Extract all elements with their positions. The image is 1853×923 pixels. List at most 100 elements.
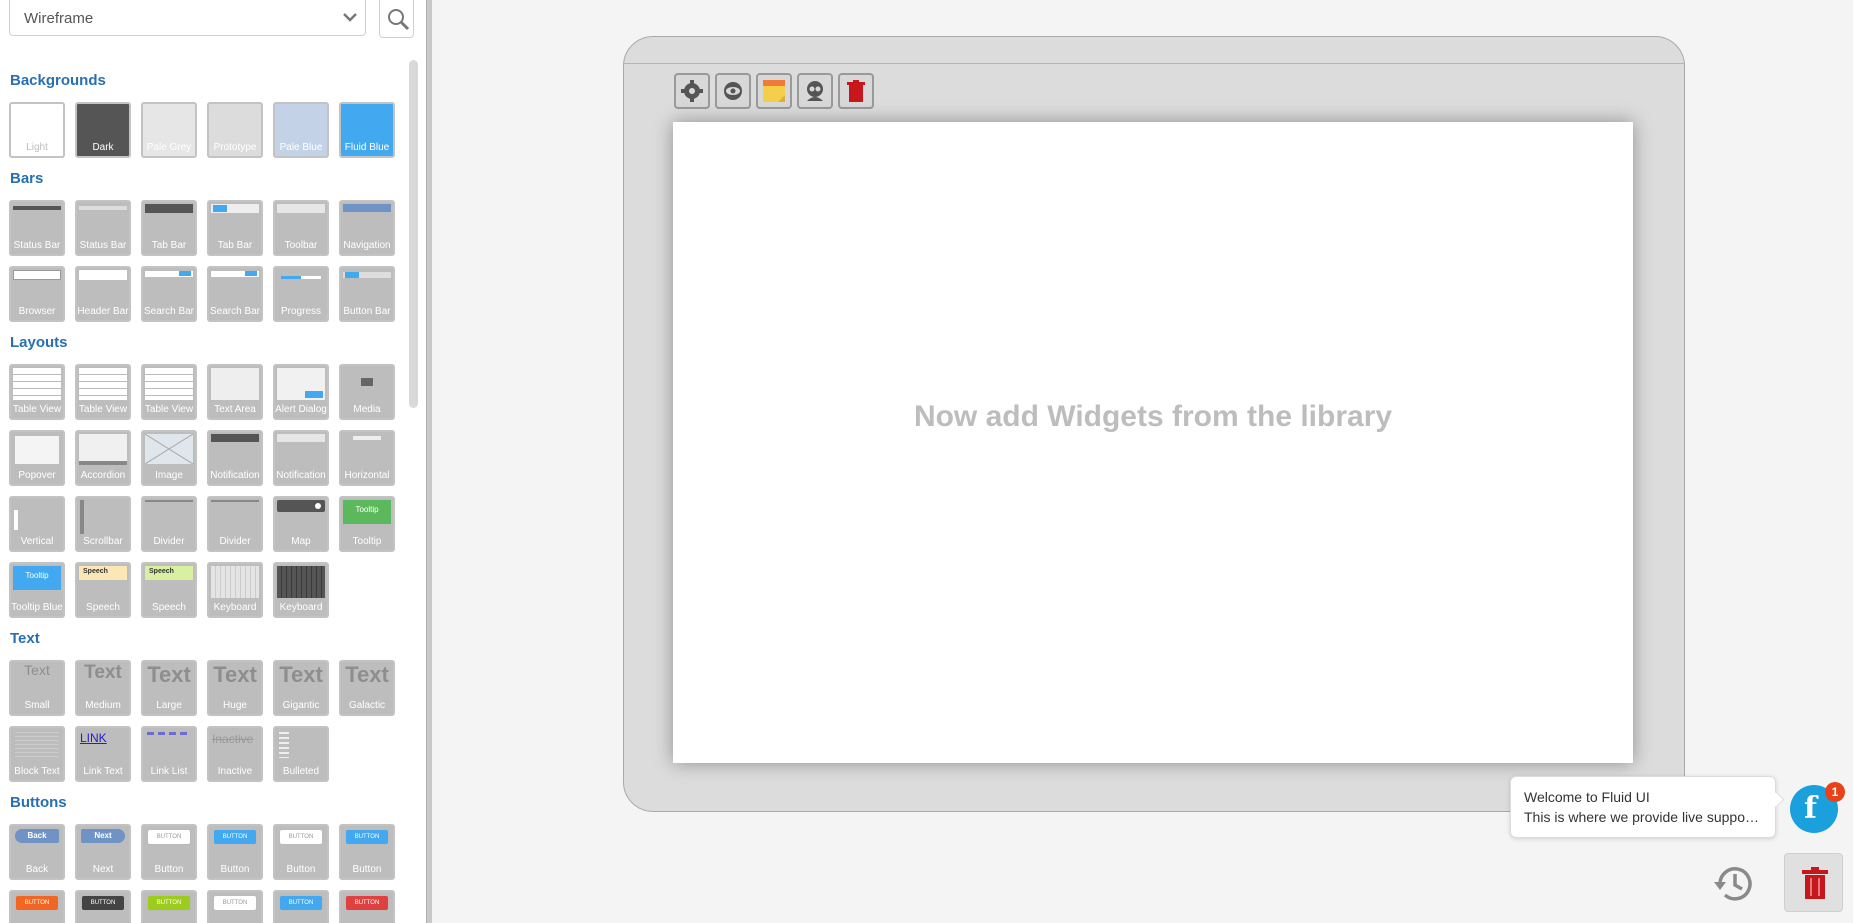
widget-tile[interactable]: Notification xyxy=(207,430,263,486)
screen-canvas[interactable]: Now add Widgets from the library xyxy=(673,122,1633,763)
widget-tile[interactable]: Speech Speech xyxy=(141,562,197,618)
library-dropdown[interactable]: Wireframe xyxy=(9,0,366,36)
widget-preview xyxy=(211,434,259,466)
widget-tile[interactable]: BUTTON xyxy=(339,890,395,923)
widget-tile[interactable]: Toolbar xyxy=(273,200,329,256)
widget-tile[interactable]: Keyboard xyxy=(273,562,329,618)
widget-tile[interactable]: Text Area xyxy=(207,364,263,420)
widget-preview xyxy=(13,730,61,762)
widget-tile[interactable]: Popover xyxy=(9,430,65,486)
history-button[interactable] xyxy=(1710,860,1758,908)
widget-tile[interactable]: BUTTON Button xyxy=(339,824,395,880)
history-clock-icon xyxy=(1714,867,1752,901)
widget-tile[interactable]: Search Bar xyxy=(207,266,263,322)
widget-tile[interactable]: Link List xyxy=(141,726,197,782)
widget-tile[interactable]: Next Next xyxy=(75,824,131,880)
widget-tile[interactable]: Table View xyxy=(141,364,197,420)
widget-tile-label: Popover xyxy=(18,470,56,481)
panel-scrollbar[interactable] xyxy=(409,60,418,408)
widget-tile[interactable]: Light xyxy=(9,102,65,158)
widget-tile[interactable]: Divider xyxy=(141,496,197,552)
screen-settings-button[interactable] xyxy=(674,73,710,109)
widget-tile[interactable]: Search Bar xyxy=(141,266,197,322)
widget-preview xyxy=(211,566,259,598)
widget-tile[interactable]: Progress xyxy=(273,266,329,322)
widget-tile[interactable]: Vertical xyxy=(9,496,65,552)
widget-tile[interactable]: BUTTON Button xyxy=(141,824,197,880)
widget-tile[interactable]: Status Bar xyxy=(9,200,65,256)
widget-tile[interactable]: Accordion xyxy=(75,430,131,486)
delete-screen-button[interactable] xyxy=(838,73,874,109)
widget-tile[interactable]: Button Bar xyxy=(339,266,395,322)
widget-tile[interactable]: Tab Bar xyxy=(141,200,197,256)
widget-tile[interactable]: Speech Speech xyxy=(75,562,131,618)
widget-preview xyxy=(145,368,193,400)
section-title-text: Text xyxy=(10,630,40,647)
trash-button[interactable] xyxy=(1784,853,1843,912)
widget-tile[interactable]: BUTTON xyxy=(273,890,329,923)
widget-tile[interactable]: Keyboard xyxy=(207,562,263,618)
widget-preview: Text xyxy=(147,662,191,687)
widget-tile[interactable]: Tooltip Tooltip xyxy=(339,496,395,552)
widget-tile[interactable]: Text Huge xyxy=(207,660,263,716)
widget-tile[interactable]: Alert Dialog xyxy=(273,364,329,420)
widget-tile[interactable]: Browser xyxy=(9,266,65,322)
widget-tile-label: Accordion xyxy=(80,470,126,481)
user-share-button[interactable] xyxy=(797,73,833,109)
widget-tile[interactable]: Text Small xyxy=(9,660,65,716)
widget-preview: Speech xyxy=(79,566,127,598)
widget-tile[interactable]: Fluid Blue xyxy=(339,102,395,158)
widget-tile[interactable]: Text Large xyxy=(141,660,197,716)
widget-tile[interactable]: Tab Bar xyxy=(207,200,263,256)
widget-tile[interactable]: Navigation xyxy=(339,200,395,256)
widget-tile[interactable]: Inactive Inactive xyxy=(207,726,263,782)
widget-preview xyxy=(79,204,127,236)
chat-unread-badge: 1 xyxy=(1825,782,1845,802)
widget-tile[interactable]: BUTTON xyxy=(207,890,263,923)
widget-tile[interactable]: BUTTON Button xyxy=(273,824,329,880)
widget-tile[interactable]: Text Galactic xyxy=(339,660,395,716)
widget-tile[interactable]: Block Text xyxy=(9,726,65,782)
widget-preview xyxy=(277,204,325,236)
widget-tile[interactable]: Header Bar xyxy=(75,266,131,322)
widget-tile[interactable]: Pale Grey xyxy=(141,102,197,158)
widget-tile[interactable]: Media xyxy=(339,364,395,420)
widget-tile-label: Prototype xyxy=(213,142,257,153)
sticky-note-button[interactable] xyxy=(756,73,792,109)
search-button[interactable] xyxy=(379,0,414,38)
widget-tile[interactable]: Pale Blue xyxy=(273,102,329,158)
widget-tile[interactable]: Table View xyxy=(9,364,65,420)
panel-resize-handle[interactable] xyxy=(426,0,432,923)
widget-preview xyxy=(277,270,325,302)
widget-tile[interactable]: Scrollbar xyxy=(75,496,131,552)
preview-button[interactable] xyxy=(715,73,751,109)
widget-tile[interactable]: LINK Link Text xyxy=(75,726,131,782)
widget-tile[interactable]: BUTTON xyxy=(9,890,65,923)
widget-tile[interactable]: BUTTON xyxy=(141,890,197,923)
widget-tile[interactable]: Text Gigantic xyxy=(273,660,329,716)
widget-tile[interactable]: Tooltip Tooltip Blue xyxy=(9,562,65,618)
widget-tile[interactable]: Bulleted xyxy=(273,726,329,782)
widget-tile[interactable]: Prototype xyxy=(207,102,263,158)
widget-tile[interactable]: Table View xyxy=(75,364,131,420)
widget-tile[interactable]: BUTTON Button xyxy=(207,824,263,880)
widget-tile[interactable]: Divider xyxy=(207,496,263,552)
widget-tile-label: Button xyxy=(352,864,382,875)
widget-tile[interactable]: Horizontal xyxy=(339,430,395,486)
widget-tile[interactable]: Image xyxy=(141,430,197,486)
widget-tile[interactable]: Notification xyxy=(273,430,329,486)
widget-tile[interactable]: Back Back xyxy=(9,824,65,880)
widget-tile-label: Map xyxy=(291,536,311,547)
chat-welcome-bubble[interactable]: Welcome to Fluid UI This is where we pro… xyxy=(1510,776,1776,838)
widget-tile-label: Button xyxy=(220,864,250,875)
widget-tile-label: Notification xyxy=(276,470,326,481)
widget-tile[interactable]: Map xyxy=(273,496,329,552)
widget-tile[interactable]: BUTTON xyxy=(75,890,131,923)
widget-tile-label: Next xyxy=(92,864,114,875)
widget-preview: LINK xyxy=(80,731,107,745)
widget-preview xyxy=(145,204,193,236)
widget-tile[interactable]: Text Medium xyxy=(75,660,131,716)
widget-tile-label: Keyboard xyxy=(213,602,257,613)
widget-tile[interactable]: Status Bar xyxy=(75,200,131,256)
widget-tile[interactable]: Dark xyxy=(75,102,131,158)
